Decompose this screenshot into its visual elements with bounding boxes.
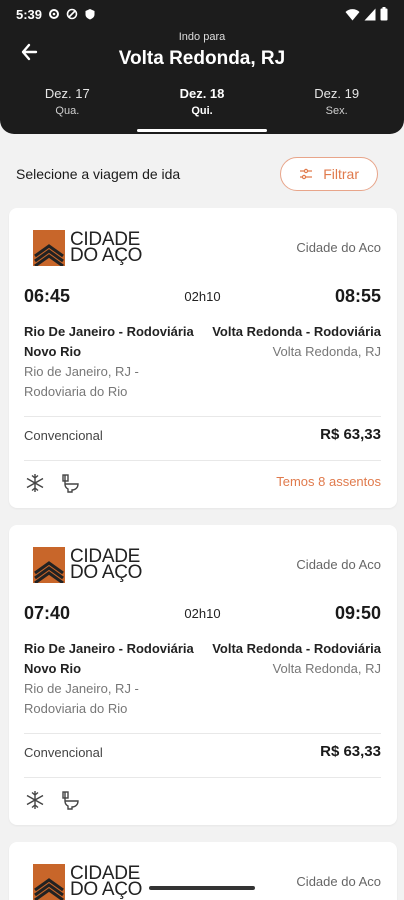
company-logo: CIDADE DO AÇO [33,547,142,583]
trip-price: R$ 63,33 [320,426,381,443]
company-name: Cidade do Aco [296,240,381,255]
header: 5:39 Indo para Volta Redonda, RJ Dez. 17… [0,0,404,134]
cidade-do-aco-logo-icon [33,230,65,266]
signal-icon [364,8,376,20]
trip-duration: 02h10 [184,289,221,304]
origin-stop: Rio De Janeiro - Rodoviária Novo Rio Rio… [24,322,194,402]
snowflake-icon [24,789,46,811]
destination-stop: Volta Redonda - Rodoviária Volta Redonda… [211,639,381,719]
date-tab-date: Dez. 18 [179,86,225,101]
wifi-icon [345,8,360,20]
divider [24,460,381,461]
settings-icon [49,9,60,19]
date-tab-weekday: Qua. [55,105,80,117]
logo-text-line2: DO AÇO [70,879,143,900]
filter-button[interactable]: Filtrar [280,157,378,191]
filter-sliders-icon [300,168,313,180]
date-tab-weekday: Qui. [191,105,213,117]
company-logo: CIDADE DO AÇO [33,230,142,266]
header-subtitle: Indo para [178,31,226,43]
origin-city: Rio de Janeiro, RJ - Rodoviaria do Rio [24,681,139,716]
trip-card[interactable]: CIDADE DO AÇO Cidade do Aco 07:40 02h10 0… [9,525,397,825]
divider [24,416,381,417]
trip-price: R$ 63,33 [320,743,381,760]
trip-stops: Rio De Janeiro - Rodoviária Novo Rio Rio… [24,639,381,719]
filter-label: Filtrar [323,166,359,182]
destination-city: Volta Redonda, RJ [272,344,381,359]
date-tab-weekday: Sex. [325,105,348,117]
trip-card[interactable]: CIDADE DO AÇO Cidade do Aco [9,842,397,900]
trip-stops: Rio De Janeiro - Rodoviária Novo Rio Rio… [24,322,381,402]
arrival-time: 09:50 [334,603,381,623]
amenities [24,789,82,811]
logo-text-line2: DO AÇO [70,245,143,266]
trip-times: 07:40 02h10 09:50 [24,603,381,624]
destination-title: Volta Redonda, RJ [118,48,286,69]
destination-city: Volta Redonda, RJ [272,661,381,676]
trip-duration: 02h10 [184,606,221,621]
bus-class: Convencional [24,428,103,443]
company-name: Cidade do Aco [296,874,381,889]
selection-row: Selecione a viagem de ida Filtrar [16,156,378,192]
toilet-icon [60,472,82,494]
circle-slash-icon [66,8,78,20]
amenities [24,472,82,494]
arrival-time: 08:55 [334,286,381,306]
toilet-icon [60,789,82,811]
departure-time: 06:45 [24,286,71,306]
cidade-do-aco-logo-icon [33,864,65,900]
origin-stop: Rio De Janeiro - Rodoviária Novo Rio Rio… [24,639,194,719]
battery-icon [380,7,388,21]
trip-times: 06:45 02h10 08:55 [24,286,381,307]
destination-name: Volta Redonda - Rodoviária [212,324,381,339]
origin-name: Rio De Janeiro - Rodoviária Novo Rio [24,641,194,676]
destination-name: Volta Redonda - Rodoviária [212,641,381,656]
company-logo: CIDADE DO AÇO [33,864,142,900]
date-tab-date: Dez. 17 [44,86,90,101]
cidade-do-aco-logo-icon [33,547,65,583]
shield-icon [85,9,95,20]
seats-available: Temos 8 assentos [276,474,381,489]
bus-class: Convencional [24,745,103,760]
snowflake-icon [24,472,46,494]
gesture-nav-handle[interactable] [149,886,255,890]
destination-stop: Volta Redonda - Rodoviária Volta Redonda… [211,322,381,402]
divider [24,733,381,734]
origin-name: Rio De Janeiro - Rodoviária Novo Rio [24,324,194,359]
trip-card[interactable]: CIDADE DO AÇO Cidade do Aco 06:45 02h10 0… [9,208,397,508]
company-name: Cidade do Aco [296,557,381,572]
date-tab-dec-17[interactable]: Dez. 17 Qua. [0,84,135,132]
date-tab-dec-18[interactable]: Dez. 18 Qui. [135,84,270,132]
date-tab-date: Dez. 19 [314,86,360,101]
status-time: 5:39 [16,6,43,22]
selection-label: Selecione a viagem de ida [16,166,181,182]
status-bar: 5:39 [16,4,388,24]
date-tabs: Dez. 17 Qua. Dez. 18 Qui. Dez. 19 Sex. [0,84,404,132]
origin-city: Rio de Janeiro, RJ - Rodoviaria do Rio [24,364,139,399]
date-tab-dec-19[interactable]: Dez. 19 Sex. [269,84,404,132]
departure-time: 07:40 [24,603,71,623]
divider [24,777,381,778]
logo-text-line2: DO AÇO [70,562,143,583]
